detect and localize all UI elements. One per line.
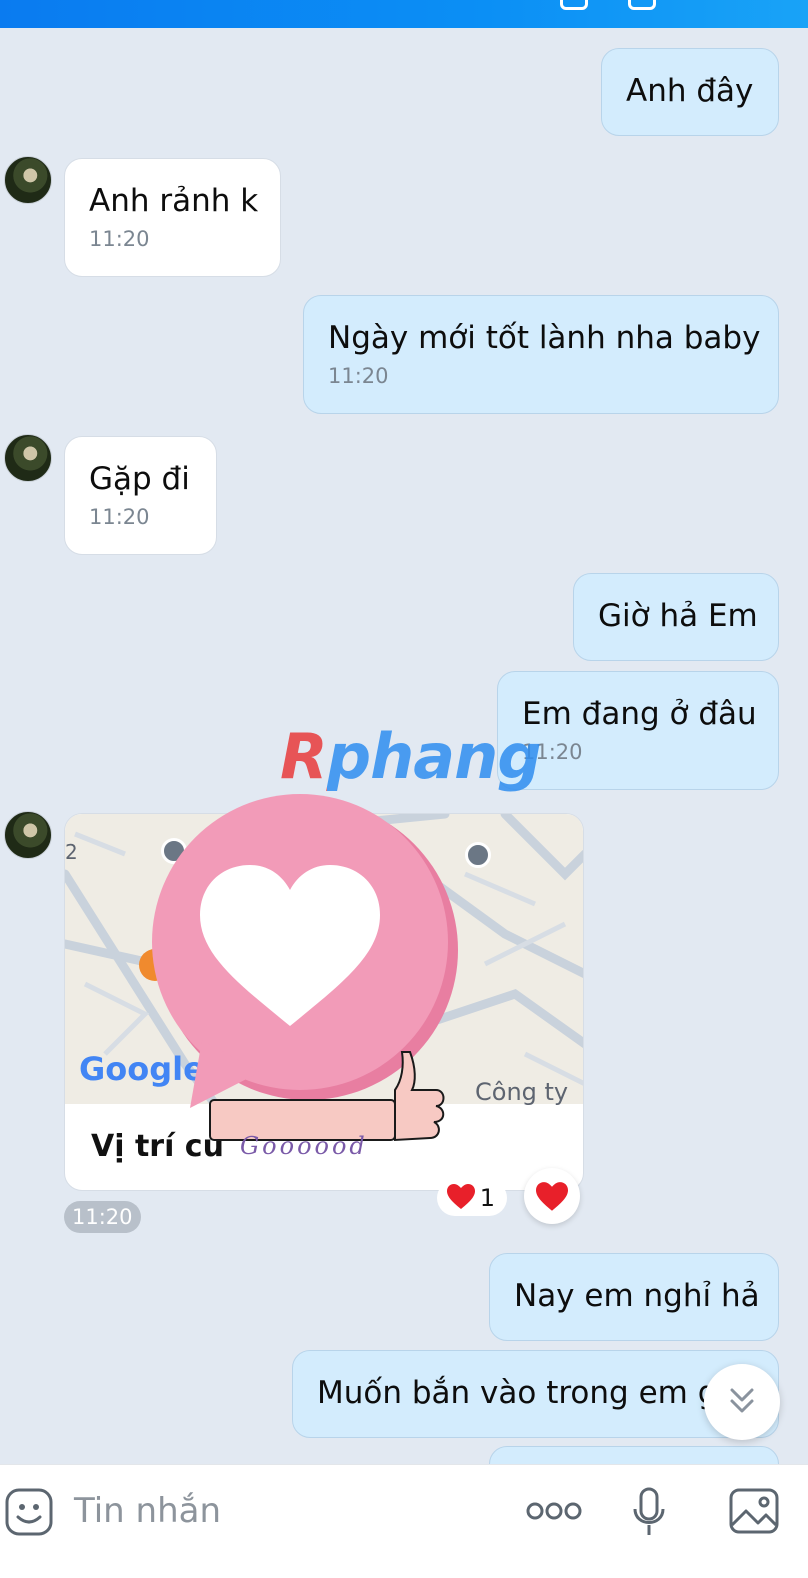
scroll-to-bottom-button[interactable] <box>704 1364 780 1440</box>
message-bubble-incoming[interactable]: Anh rảnh k 11:20 <box>64 158 281 277</box>
reaction-summary[interactable]: 1 <box>437 1180 507 1216</box>
avatar[interactable] <box>4 811 52 859</box>
message-text: Nay em nghỉ hả <box>514 1278 760 1314</box>
heart-icon <box>536 1182 568 1211</box>
avatar[interactable] <box>4 434 52 482</box>
message-time: 11:20 <box>89 505 150 529</box>
more-icon[interactable] <box>526 1499 582 1523</box>
message-time: 11:20 <box>89 227 150 251</box>
map-label: Công ty <box>475 1078 569 1106</box>
message-text: Muốn bắn vào trong em g <box>317 1375 718 1411</box>
reaction-count: 1 <box>479 1184 495 1212</box>
video-icon[interactable] <box>628 0 656 10</box>
message-text: Ngày mới tốt lành nha baby <box>328 320 761 356</box>
message-time: 11:20 <box>522 740 583 764</box>
message-time: 11:20 <box>64 1201 141 1233</box>
map-label: 2 <box>65 840 78 864</box>
watermark: Rphang <box>280 720 542 793</box>
message-text: Anh rảnh k <box>89 183 259 219</box>
message-bubble-outgoing[interactable]: Nay em nghỉ hả <box>489 1253 779 1341</box>
message-bubble-outgoing[interactable] <box>489 1446 779 1464</box>
message-text: Anh đây <box>626 73 754 109</box>
react-button[interactable] <box>524 1168 580 1224</box>
scroll-down-icon <box>730 1388 754 1413</box>
avatar[interactable] <box>4 156 52 204</box>
message-bubble-incoming[interactable]: Gặp đi 11:20 <box>64 436 217 555</box>
image-icon[interactable] <box>728 1487 780 1535</box>
header-bar <box>0 0 808 28</box>
message-text: Giờ hả Em <box>598 598 758 634</box>
message-text: Gặp đi <box>89 461 190 497</box>
heart-sticker <box>152 794 458 1142</box>
sticker-icon[interactable] <box>4 1487 54 1537</box>
message-input[interactable]: Tin nhắn <box>74 1489 221 1533</box>
message-input-bar: Tin nhắn <box>0 1464 808 1578</box>
sticker-text: Goooood <box>240 1132 368 1160</box>
message-bubble-outgoing[interactable]: Ngày mới tốt lành nha baby 11:20 <box>303 295 779 414</box>
heart-icon <box>447 1184 475 1220</box>
microphone-icon[interactable] <box>632 1487 666 1537</box>
message-bubble-outgoing[interactable]: Giờ hả Em <box>573 573 779 661</box>
message-bubble-outgoing[interactable]: Anh đây <box>601 48 779 136</box>
message-text: Em đang ở đâu <box>522 696 757 732</box>
message-time: 11:20 <box>328 364 389 388</box>
call-icon[interactable] <box>560 0 588 10</box>
